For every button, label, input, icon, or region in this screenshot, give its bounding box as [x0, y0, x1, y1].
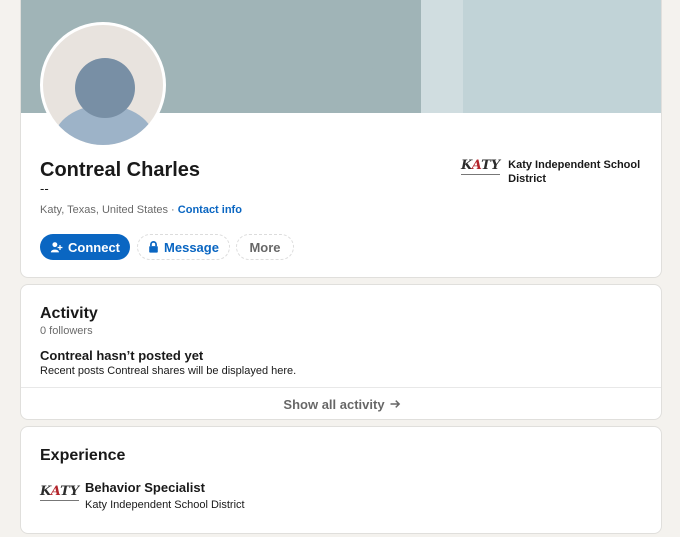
no-posts-title: Contreal hasn’t posted yet [40, 348, 204, 363]
contact-info-link[interactable]: Contact info [178, 204, 242, 216]
add-person-icon [50, 241, 63, 252]
arrow-right-icon [390, 400, 400, 408]
followers-count: 0 followers [40, 325, 93, 337]
profile-location-line: Katy, Texas, United States · Contact inf… [40, 204, 242, 216]
show-all-activity-button[interactable]: Show all activity [21, 388, 661, 419]
profile-location: Katy, Texas, United States [40, 204, 168, 216]
katy-isd-logo[interactable]: KATY [40, 485, 80, 501]
experience-item-company: Katy Independent School District [85, 499, 245, 511]
experience-item-title: Behavior Specialist [85, 480, 205, 495]
connect-label: Connect [68, 239, 120, 255]
avatar-head-shape [75, 58, 135, 118]
current-company[interactable]: KATY Katy Independent School District [461, 158, 643, 186]
no-posts-subtitle: Recent posts Contreal shares will be dis… [40, 365, 297, 377]
experience-card: Experience KATY Behavior Specialist Katy… [20, 426, 662, 534]
more-label: More [249, 239, 281, 255]
message-label: Message [164, 239, 219, 255]
message-button[interactable]: Message [137, 234, 230, 260]
profile-card: Contreal Charles -- Katy, Texas, United … [20, 0, 662, 278]
connect-button[interactable]: Connect [40, 234, 130, 260]
location-separator: · [168, 204, 178, 216]
logo-underline [40, 500, 80, 501]
show-all-activity-label: Show all activity [283, 396, 385, 412]
more-button[interactable]: More [236, 234, 294, 260]
activity-card: Activity 0 followers Contreal hasn’t pos… [20, 284, 662, 420]
profile-headline: -- [40, 181, 49, 196]
profile-name: Contreal Charles [40, 159, 201, 181]
banner-panel-shape [463, 0, 661, 113]
katy-isd-logo: KATY [461, 158, 501, 175]
experience-title: Experience [40, 447, 126, 464]
activity-title: Activity [40, 305, 98, 322]
logo-underline [461, 174, 501, 175]
current-company-name: Katy Independent School District [508, 159, 641, 185]
profile-avatar[interactable] [40, 22, 166, 148]
lock-icon [149, 241, 158, 253]
